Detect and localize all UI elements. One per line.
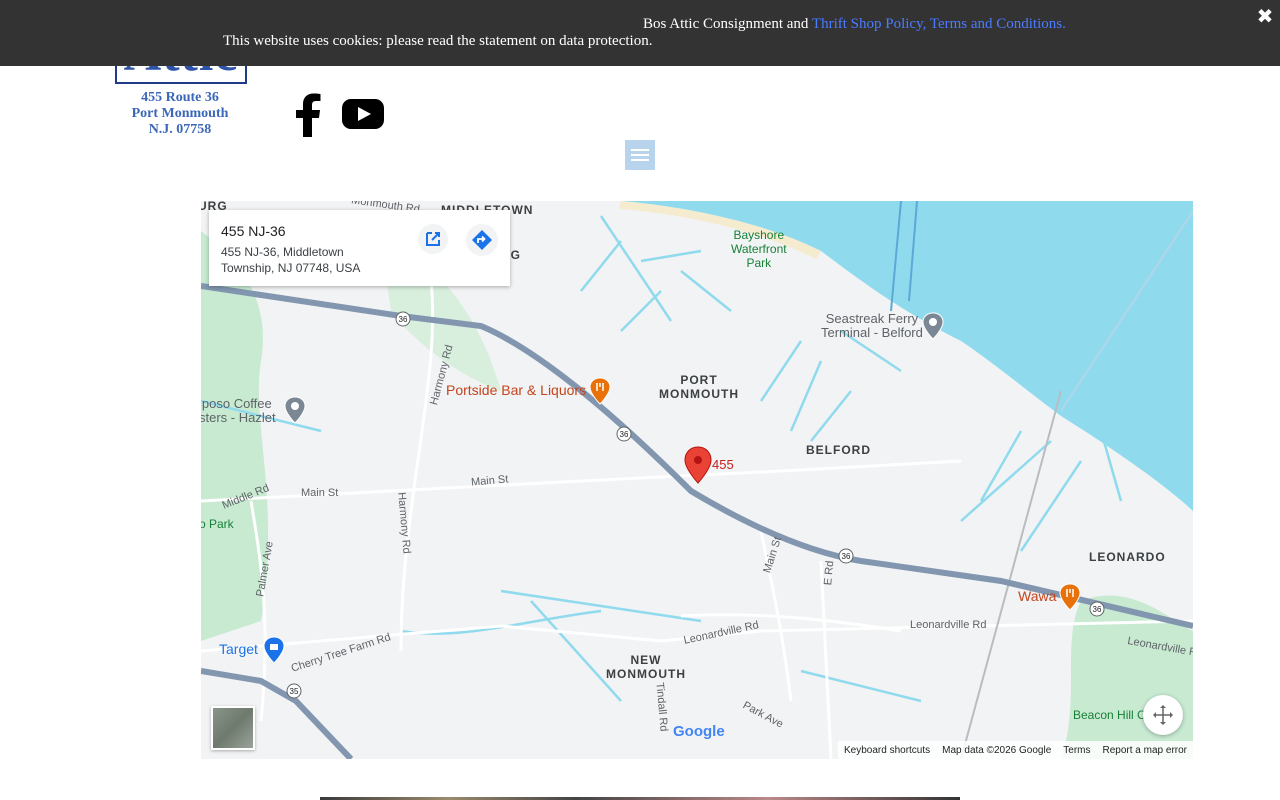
road-label-main-st: Main St <box>301 487 339 499</box>
svg-text:36: 36 <box>399 315 408 324</box>
close-icon[interactable]: ✖ <box>1254 4 1276 28</box>
fullscreen-icon[interactable] <box>1143 695 1183 735</box>
park-label-o-park: o Park <box>201 517 234 531</box>
poi-pin-icon[interactable] <box>922 312 944 340</box>
cookie-notice-text: Bos Attic Consignment and <box>643 16 812 32</box>
area-label-port-monmouth: PORT MONMOUTH <box>659 373 739 401</box>
restaurant-pin-icon[interactable] <box>1059 583 1081 611</box>
location-pin-label: 455 <box>712 457 734 472</box>
poi-label-wawa[interactable]: Wawa <box>1018 588 1056 604</box>
place-info-card: 455 NJ-36 455 NJ-36, Middletown Township… <box>209 210 510 286</box>
map-data-attribution: Map data ©2026 Google <box>942 744 1052 756</box>
svg-text:36: 36 <box>842 552 851 561</box>
svg-text:36: 36 <box>1093 605 1102 614</box>
cookie-notice-bar: Bos Attic Consignment and Thrift Shop Po… <box>0 0 1280 66</box>
hamburger-menu-icon[interactable] <box>625 140 655 170</box>
cookie-notice-line1: Bos Attic Consignment and Thrift Shop Po… <box>643 16 1066 33</box>
svg-text:36: 36 <box>620 430 629 439</box>
google-map[interactable]: 36 36 36 36 35 MIDDLETOWN URG RG PORTMON… <box>201 201 1193 759</box>
open-in-maps-icon[interactable] <box>418 224 448 254</box>
location-pin-icon[interactable] <box>684 446 712 484</box>
route-shield-icon: 36 <box>838 548 854 564</box>
logo-address-line2: Port Monmouth <box>131 106 229 121</box>
logo-address: 455 Route 36 Port Monmouth N.J. 07758 <box>115 90 245 138</box>
area-label-belford: BELFORD <box>806 443 871 457</box>
restaurant-pin-icon[interactable] <box>589 377 611 405</box>
road-label-leonardville-rd: Leonardville Rd <box>910 619 987 631</box>
facebook-icon[interactable] <box>292 93 324 137</box>
logo-address-line1: 455 Route 36 <box>141 90 219 105</box>
route-shield-icon: 36 <box>395 311 411 327</box>
poi-label-mariposo: iposo Coffee sters - Hazlet <box>201 396 276 425</box>
keyboard-shortcuts-link[interactable]: Keyboard shortcuts <box>844 745 930 756</box>
poi-label-portside[interactable]: Portside Bar & Liquors <box>446 382 586 398</box>
terms-link[interactable]: Terms <box>1063 745 1090 756</box>
poi-label-seastreak: Seastreak Ferry Terminal - Belford <box>821 311 923 340</box>
policy-terms-link[interactable]: Thrift Shop Policy, Terms and Conditions… <box>812 16 1066 32</box>
area-label-leonardo: LEONARDO <box>1089 550 1166 564</box>
google-logo: Google <box>673 723 725 740</box>
cookie-notice-line2: This website uses cookies: please read t… <box>223 33 653 49</box>
route-shield-icon: 35 <box>286 683 302 699</box>
route-shield-icon: 36 <box>1089 601 1105 617</box>
satellite-view-toggle[interactable] <box>211 706 255 750</box>
place-address: 455 NJ-36, Middletown Township, NJ 07748… <box>221 245 361 275</box>
area-label-new-monmouth: NEW MONMOUTH <box>606 653 686 681</box>
place-title: 455 NJ-36 <box>221 223 286 239</box>
park-label-bayshore: Bayshore Waterfront Park <box>731 228 787 270</box>
report-map-error-link[interactable]: Report a map error <box>1103 745 1187 756</box>
route-shield-icon: 36 <box>616 426 632 442</box>
road-label-e-rd: E Rd <box>822 560 837 586</box>
logo-address-line3: N.J. 07758 <box>148 122 212 137</box>
poi-pin-icon[interactable] <box>284 396 306 424</box>
svg-text:35: 35 <box>290 687 299 696</box>
shopping-pin-icon[interactable] <box>263 636 285 664</box>
poi-label-target[interactable]: Target <box>219 641 258 657</box>
directions-icon[interactable] <box>466 224 498 256</box>
youtube-icon[interactable] <box>341 97 385 131</box>
map-footer: Keyboard shortcuts Map data ©2026 Google… <box>837 741 1193 759</box>
